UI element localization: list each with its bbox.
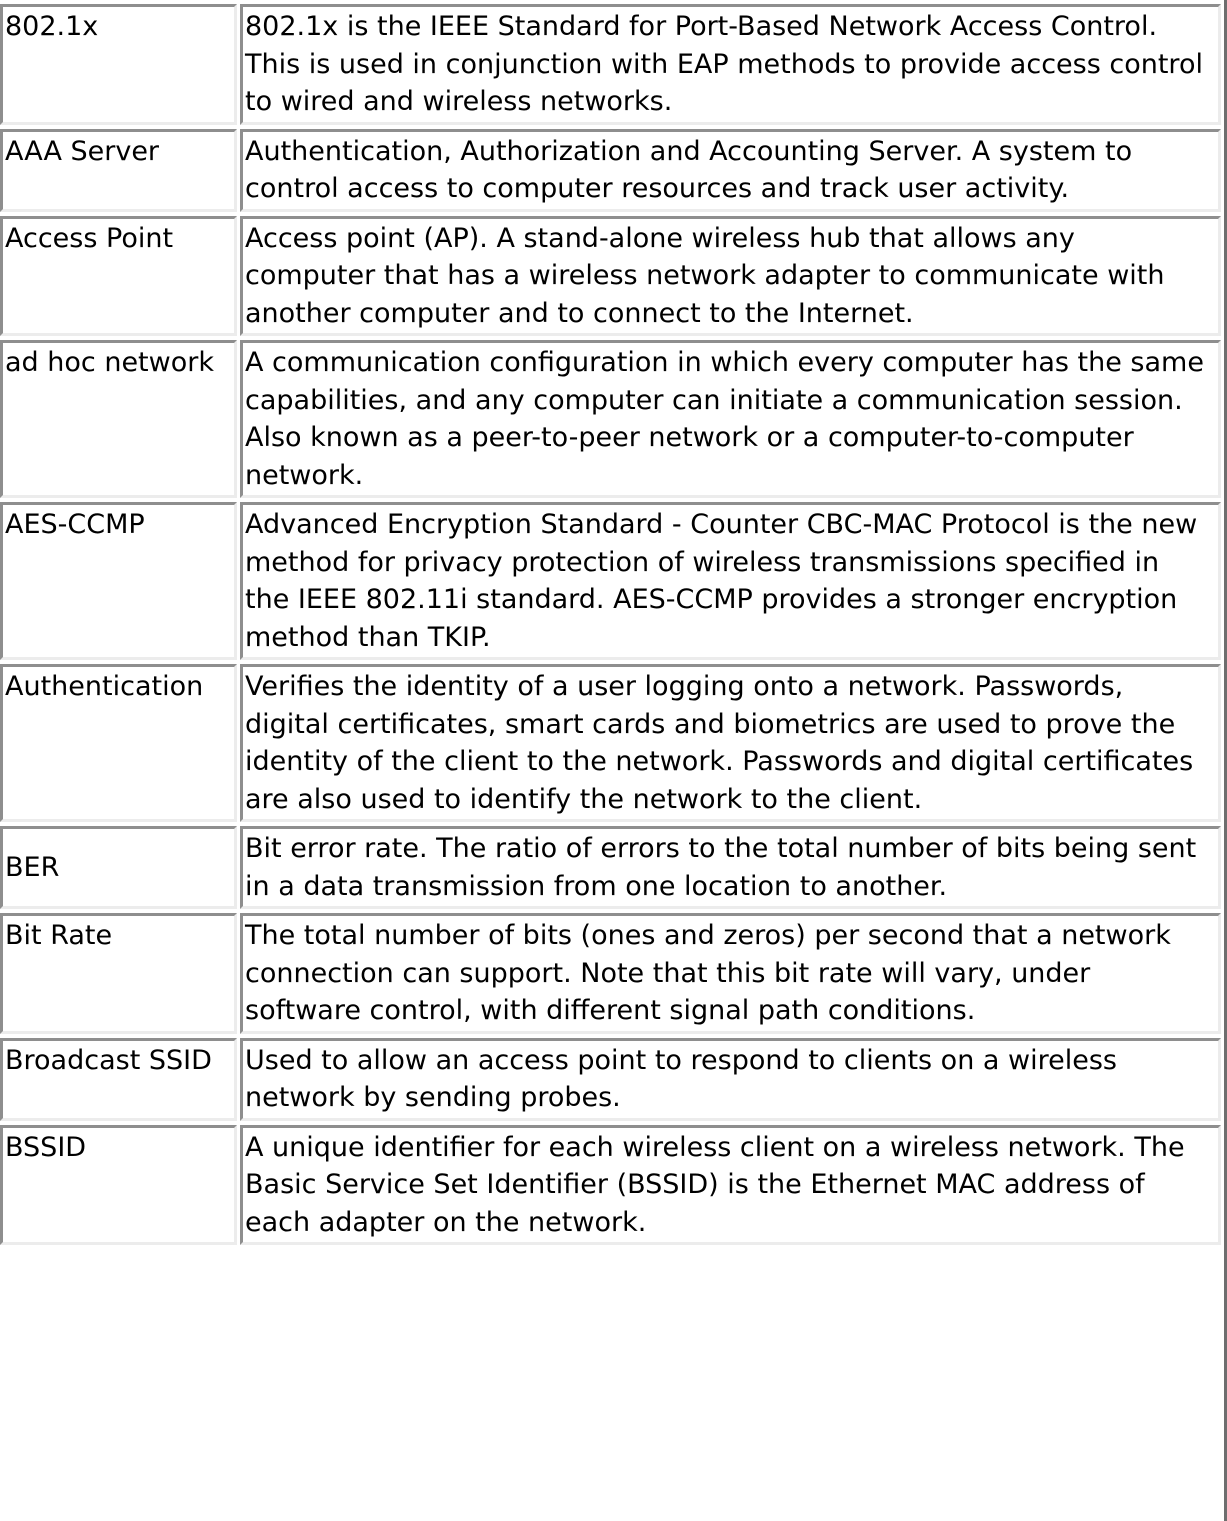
glossary-row: Bit Rate The total number of bits (ones …	[0, 913, 1221, 1034]
glossary-definition: Access point (AP). A stand-alone wireles…	[240, 215, 1221, 336]
glossary-table: 802.1x 802.1x is the IEEE Standard for P…	[0, 0, 1224, 1249]
glossary-container: 802.1x 802.1x is the IEEE Standard for P…	[0, 0, 1227, 1521]
glossary-definition: Used to allow an access point to respond…	[240, 1037, 1221, 1121]
glossary-definition: The total number of bits (ones and zeros…	[240, 913, 1221, 1034]
glossary-definition: 802.1x is the IEEE Standard for Port-Bas…	[240, 4, 1221, 125]
glossary-row: Authentication Verifies the identity of …	[0, 664, 1221, 822]
glossary-definition: Bit error rate. The ratio of errors to t…	[240, 826, 1221, 909]
glossary-term: 802.1x	[0, 4, 237, 125]
glossary-definition: A communication configuration in which e…	[240, 340, 1221, 498]
glossary-definition: Verifies the identity of a user logging …	[240, 664, 1221, 822]
glossary-term: Access Point	[0, 215, 237, 336]
glossary-definition: A unique identifier for each wireless cl…	[240, 1124, 1221, 1245]
glossary-term: AES-CCMP	[0, 502, 237, 660]
glossary-term: ad hoc network	[0, 340, 237, 498]
glossary-row: Access Point Access point (AP). A stand-…	[0, 215, 1221, 336]
glossary-row: Broadcast SSID Used to allow an access p…	[0, 1037, 1221, 1121]
glossary-definition: Authentication, Authorization and Accoun…	[240, 128, 1221, 212]
glossary-term: BSSID	[0, 1124, 237, 1245]
glossary-term: AAA Server	[0, 128, 237, 212]
glossary-term: Bit Rate	[0, 913, 237, 1034]
glossary-row: ad hoc network A communication configura…	[0, 340, 1221, 498]
glossary-term: Broadcast SSID	[0, 1037, 237, 1121]
glossary-term: Authentication	[0, 664, 237, 822]
glossary-term: BER	[0, 826, 237, 909]
glossary-row: AAA Server Authentication, Authorization…	[0, 128, 1221, 212]
glossary-row: 802.1x 802.1x is the IEEE Standard for P…	[0, 4, 1221, 125]
glossary-row: AES-CCMP Advanced Encryption Standard - …	[0, 502, 1221, 660]
glossary-row: BER Bit error rate. The ratio of errors …	[0, 826, 1221, 909]
glossary-definition: Advanced Encryption Standard - Counter C…	[240, 502, 1221, 660]
glossary-row: BSSID A unique identifier for each wirel…	[0, 1124, 1221, 1245]
